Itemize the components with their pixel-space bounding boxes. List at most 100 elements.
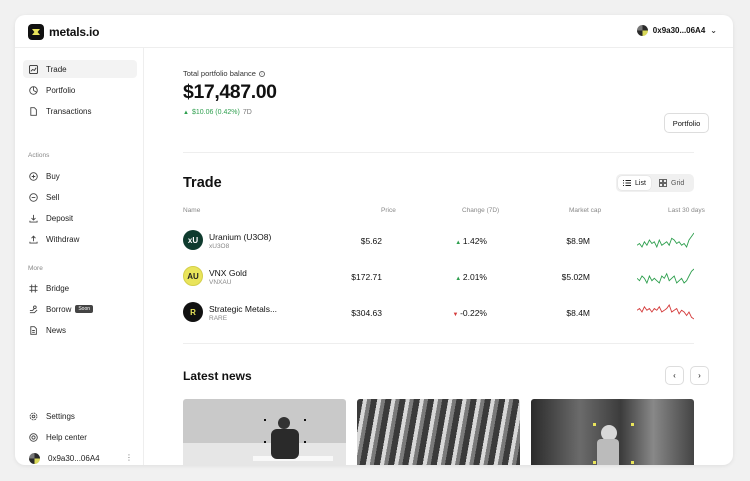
sidebar-item-trade[interactable]: Trade [23, 60, 137, 78]
up-arrow-icon: ▲ [183, 109, 189, 116]
sidebar-item-label: Withdraw [46, 234, 80, 244]
sidebar-item-label: News [46, 325, 67, 335]
sidebar-user-wallet[interactable]: 0x9a30...06A4 [23, 449, 137, 465]
col-header-last-30-days: Last 30 days [668, 207, 705, 214]
view-toggle: List Grid [616, 174, 694, 192]
sparkline-chart [637, 304, 694, 320]
sidebar-item-buy[interactable]: Buy [23, 167, 137, 185]
news-icon [30, 325, 37, 335]
sparkline-chart [637, 232, 694, 249]
token-change-value: 2.01% [462, 272, 487, 282]
top-bar: metals.io 0x9a30...06A4 ⌄ [15, 15, 733, 48]
view-grid-label: Grid [671, 179, 685, 187]
token-change: ▲ 1.42% [455, 236, 487, 246]
trade-section-title: Trade [183, 175, 222, 191]
sidebar-item-news[interactable]: News [23, 321, 137, 339]
token-change-value: -0.22% [460, 308, 487, 318]
chevron-down-icon: ⌄ [710, 26, 717, 35]
balance-change: ▲ $10.06 (0.42%) 7D [183, 109, 252, 116]
borrow-icon [29, 304, 38, 313]
section-label-more: More [28, 265, 43, 272]
sidebar-item-help-center[interactable]: Help center [23, 428, 137, 446]
sidebar-item-label: Buy [46, 171, 60, 181]
sidebar-item-label: Portfolio [46, 85, 76, 95]
table-row[interactable]: xU Uranium (U3O8) xU3O8 $5.62 ▲ 1.42% $8… [183, 228, 694, 252]
sparkline-line [637, 232, 694, 249]
brand[interactable]: metals.io [28, 24, 99, 40]
news-card-image[interactable] [531, 399, 694, 465]
col-header-change: Change (7D) [462, 207, 500, 214]
download-icon [29, 214, 38, 223]
brand-name: metals.io [49, 25, 100, 39]
balance-change-period: 7D [242, 109, 252, 116]
section-label-actions: Actions [28, 152, 50, 159]
sidebar-item-deposit[interactable]: Deposit [23, 209, 137, 227]
portfolio-button[interactable]: Portfolio [664, 113, 709, 133]
token-market-cap: $8.9M [566, 236, 590, 246]
token-change: ▼ -0.22% [452, 308, 487, 318]
sidebar-item-withdraw[interactable]: Withdraw [23, 230, 137, 248]
view-list-button[interactable]: List [618, 176, 651, 190]
upload-icon [29, 235, 38, 244]
divider [183, 343, 694, 344]
strategic-metals-token-icon: R [183, 302, 203, 322]
bridge-icon [29, 283, 38, 293]
uranium-token-icon: xU [183, 230, 203, 250]
token-symbol: RARE [209, 315, 228, 322]
token-symbol: xU3O8 [209, 243, 230, 250]
view-grid-button[interactable]: Grid [654, 176, 689, 190]
document-icon [30, 106, 37, 116]
wallet-address: 0x9a30...06A4 [652, 26, 706, 35]
sidebar: Trade Portfolio Transactions Actions Buy… [15, 48, 144, 465]
news-card-image[interactable] [357, 399, 520, 465]
sidebar-item-label: Settings [46, 411, 75, 421]
table-row[interactable]: AU VNX Gold VNXAU $172.71 ▲ 2.01% $5.02M [183, 264, 694, 288]
sidebar-item-label: Transactions [46, 106, 92, 116]
news-prev-button[interactable]: ‹ [665, 366, 684, 385]
divider [183, 152, 694, 153]
view-list-label: List [635, 179, 646, 187]
token-change-value: 1.42% [462, 236, 487, 246]
info-icon[interactable]: i [258, 70, 265, 77]
pie-chart-icon [29, 85, 38, 95]
col-header-market-cap: Market cap [569, 207, 602, 214]
gear-icon [29, 412, 38, 420]
plus-circle-icon [29, 171, 38, 181]
main-content: Total portfolio balance i $17,487.00 ▲ $… [144, 48, 733, 465]
app-window: metals.io 0x9a30...06A4 ⌄ Trade Portfoli… [15, 15, 733, 465]
table-row[interactable]: R Strategic Metals... RARE $304.63 ▼ -0.… [183, 300, 694, 324]
balance-label: Total portfolio balance i [183, 69, 265, 78]
token-name: Strategic Metals... [209, 304, 278, 314]
minus-circle-icon [29, 192, 38, 202]
balance-value: $17,487.00 [183, 81, 277, 103]
token-market-cap: $8.4M [566, 308, 590, 318]
list-icon [623, 180, 631, 186]
wallet-avatar [636, 25, 648, 36]
news-next-button[interactable]: › [690, 366, 709, 385]
sidebar-item-bridge[interactable]: Bridge [23, 279, 137, 297]
sidebar-item-label: Borrow [46, 304, 72, 314]
token-price: $5.62 [360, 236, 382, 246]
sparkline-line [637, 268, 694, 285]
sidebar-item-sell[interactable]: Sell [23, 188, 137, 206]
sparkline-chart [637, 268, 694, 285]
sidebar-item-transactions[interactable]: Transactions [23, 102, 137, 120]
wallet-menu[interactable]: 0x9a30...06A4 ⌄ [636, 25, 717, 36]
up-arrow-icon: ▲ [455, 240, 463, 246]
balance-label-text: Total portfolio balance [183, 69, 256, 78]
token-change: ▲ 2.01% [455, 272, 487, 282]
sidebar-item-settings[interactable]: Settings [23, 407, 137, 425]
token-name: Uranium (U3O8) [209, 232, 272, 242]
news-card-image[interactable] [183, 399, 346, 465]
sidebar-item-portfolio[interactable]: Portfolio [23, 81, 137, 99]
gold-token-icon: AU [183, 266, 203, 286]
more-options-icon[interactable]: ⋮ [125, 453, 133, 462]
sidebar-item-borrow[interactable]: Borrow Soon [23, 300, 137, 318]
token-name: VNX Gold [209, 268, 247, 278]
balance-change-value: $10.06 (0.42%) [191, 109, 240, 116]
latest-news-title: Latest news [183, 369, 252, 383]
help-icon [29, 432, 38, 442]
token-price: $172.71 [351, 272, 382, 282]
user-avatar [29, 452, 40, 464]
sidebar-item-label: Deposit [46, 213, 74, 223]
